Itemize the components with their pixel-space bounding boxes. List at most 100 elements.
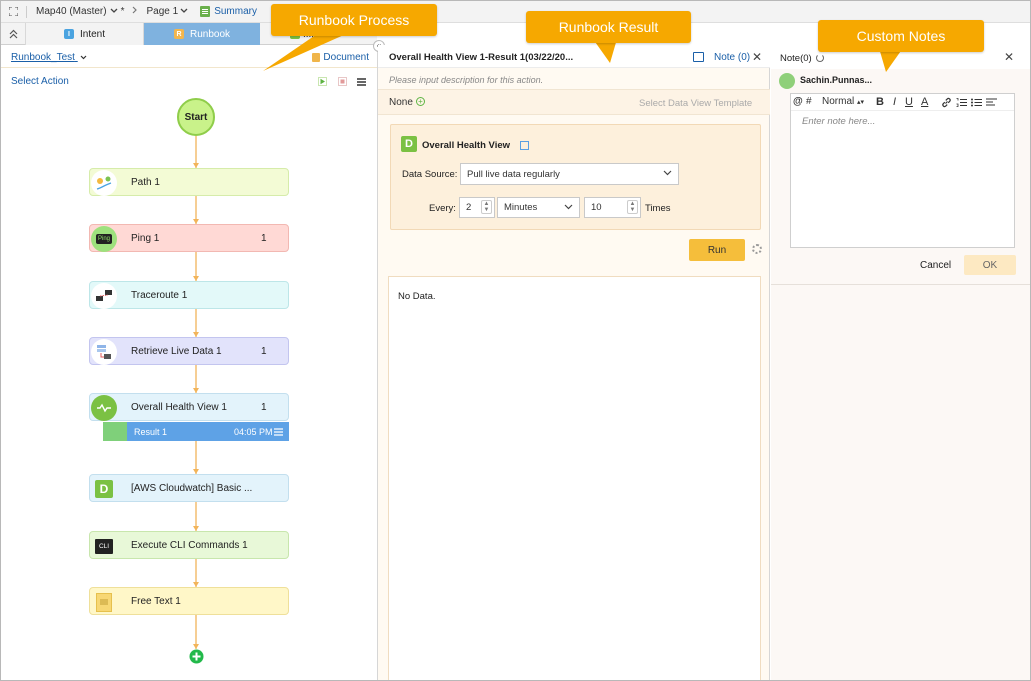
note-input[interactable]: Enter note here... <box>802 116 875 127</box>
traceroute-icon <box>91 283 117 309</box>
ordered-list-icon[interactable] <box>956 98 967 110</box>
align-icon[interactable] <box>986 98 997 110</box>
flow-node-count: 1 <box>261 346 267 357</box>
chevron-right-icon <box>132 6 138 17</box>
data-source-value: Pull live data regularly <box>467 168 560 180</box>
intent-icon: I <box>63 29 74 39</box>
run-button[interactable]: Run <box>689 239 745 261</box>
every-value: 2 <box>466 202 472 213</box>
data-source-label: Data Source: <box>402 169 458 180</box>
format-select[interactable]: Normal ▴▾ <box>822 96 864 107</box>
callout-runbook-process: Runbook Process <box>271 4 437 36</box>
note-link[interactable]: Note (0) <box>714 52 750 63</box>
tab-runbook[interactable]: R Runbook <box>144 23 260 45</box>
flow-node[interactable]: Path 1 <box>89 168 289 196</box>
add-step-icon[interactable] <box>189 649 204 667</box>
open-view-icon[interactable] <box>520 141 529 150</box>
flow-node[interactable]: D [AWS Cloudwatch] Basic ... <box>89 474 289 502</box>
runbook-process-panel: Runbook_Test Document Select Action Star… <box>1 45 378 680</box>
hashtag-button[interactable]: # <box>806 96 812 107</box>
fullscreen-icon[interactable] <box>8 6 19 17</box>
page-selector[interactable]: Page 1 <box>146 1 188 23</box>
link-icon[interactable] <box>941 97 952 111</box>
health-view-icon <box>91 395 117 421</box>
ok-button[interactable]: OK <box>964 255 1016 275</box>
stepper-arrows-icon[interactable]: ▲ ▼ <box>627 200 638 214</box>
text-color-button[interactable]: A <box>921 96 928 108</box>
template-row: None + Select Data View Template <box>378 89 770 115</box>
collapse-up-icon[interactable] <box>9 29 18 42</box>
none-label: None <box>389 97 413 108</box>
summary-icon <box>200 6 211 17</box>
bullet-list-icon[interactable] <box>971 98 982 110</box>
add-icon[interactable]: + <box>416 97 425 106</box>
flow-node[interactable]: Overall Health View 1 1 <box>89 393 289 421</box>
mention-button[interactable]: @ <box>793 96 803 107</box>
app-frame: Map40 (Master) * Page 1 Summary I Intent <box>0 0 1031 681</box>
gear-icon[interactable] <box>752 244 762 254</box>
hamburger-icon[interactable] <box>274 428 283 438</box>
free-text-icon <box>91 589 117 615</box>
every-label: Every: <box>429 203 456 214</box>
unsaved-flag: * <box>120 6 125 17</box>
callout-custom-notes-label: Custom Notes <box>856 28 946 44</box>
times-value: 10 <box>591 202 602 213</box>
every-stepper[interactable]: 2 ▲ ▼ <box>459 197 495 218</box>
tab-runbook-label: Runbook <box>189 28 231 40</box>
flow-node[interactable]: CLI Execute CLI Commands 1 <box>89 531 289 559</box>
flow-node[interactable]: Retrieve Live Data 1 1 <box>89 337 289 365</box>
chevron-down-icon <box>110 6 118 17</box>
flow-node-count: 1 <box>261 402 267 413</box>
flow-node-count: 1 <box>261 233 267 244</box>
note-icon[interactable] <box>693 52 704 62</box>
flow-node-label: Ping 1 <box>131 233 160 244</box>
flow-node-label: [AWS Cloudwatch] Basic ... <box>131 483 253 494</box>
data-source-select[interactable]: Pull live data regularly <box>460 163 679 185</box>
italic-button[interactable]: I <box>893 96 896 108</box>
tab-intent-label: Intent <box>79 28 106 40</box>
underline-button[interactable]: U <box>905 96 913 108</box>
flow-node-label: Free Text 1 <box>131 596 181 607</box>
description-input[interactable]: Please input description for this action… <box>389 75 543 85</box>
result-label: Result 1 <box>134 427 168 437</box>
times-label: Times <box>645 203 671 214</box>
select-template-button[interactable]: Select Data View Template <box>639 98 752 109</box>
map-selector[interactable]: Map40 (Master) * <box>36 1 124 23</box>
runbook-result-panel: Overall Health View 1-Result 1(03/22/20.… <box>378 45 770 680</box>
runbook-flow: Start Path 1 Ping Ping 1 1 Traceroute 1 Retri… <box>1 45 377 680</box>
result-item[interactable]: Result 1 04:05 PM <box>127 422 289 441</box>
flow-node[interactable]: Traceroute 1 <box>89 281 289 309</box>
tab-intent[interactable]: I Intent <box>25 23 144 45</box>
ping-icon: Ping <box>91 226 117 252</box>
flow-node[interactable]: Free Text 1 <box>89 587 289 615</box>
summary-button[interactable]: Summary <box>200 1 257 23</box>
page-label: Page 1 <box>146 6 179 17</box>
unit-value: Minutes <box>504 202 538 213</box>
no-data-text: No Data. <box>398 291 436 302</box>
times-stepper[interactable]: 10 ▲ ▼ <box>584 197 641 218</box>
editor-toolbar: @ # Normal ▴▾ B I U A <box>791 94 1014 111</box>
bold-button[interactable]: B <box>876 96 884 108</box>
result-title: Overall Health View 1-Result 1(03/22/20.… <box>389 52 574 63</box>
result-marker <box>103 422 127 441</box>
map-label: Map40 (Master) <box>36 6 107 17</box>
result-output: No Data. <box>388 276 761 680</box>
unit-select[interactable]: Minutes <box>497 197 580 218</box>
stepper-arrows-icon[interactable]: ▲ ▼ <box>481 200 492 214</box>
health-view-title: Overall Health View <box>422 140 511 151</box>
note-editor[interactable]: @ # Normal ▴▾ B I U A Enter note here... <box>790 93 1015 248</box>
flow-node[interactable]: Ping Ping 1 1 <box>89 224 289 252</box>
close-icon[interactable]: ✕ <box>1004 50 1014 64</box>
refresh-icon[interactable] <box>816 54 824 62</box>
format-value: Normal <box>822 96 855 107</box>
callout-runbook-process-label: Runbook Process <box>298 12 410 28</box>
user-name: Sachin.Punnas... <box>800 75 873 85</box>
flow-node-label: Path 1 <box>131 177 160 188</box>
start-node[interactable]: Start <box>177 98 215 136</box>
custom-notes-panel: Note(0) ✕ Sachin.Punnas... @ # Normal ▴▾… <box>771 45 1030 680</box>
avatar <box>779 73 795 89</box>
cancel-button[interactable]: Cancel <box>920 260 951 271</box>
summary-label: Summary <box>214 6 257 17</box>
close-icon[interactable]: ✕ <box>752 50 762 64</box>
flow-node-label: Retrieve Live Data 1 <box>131 346 222 357</box>
